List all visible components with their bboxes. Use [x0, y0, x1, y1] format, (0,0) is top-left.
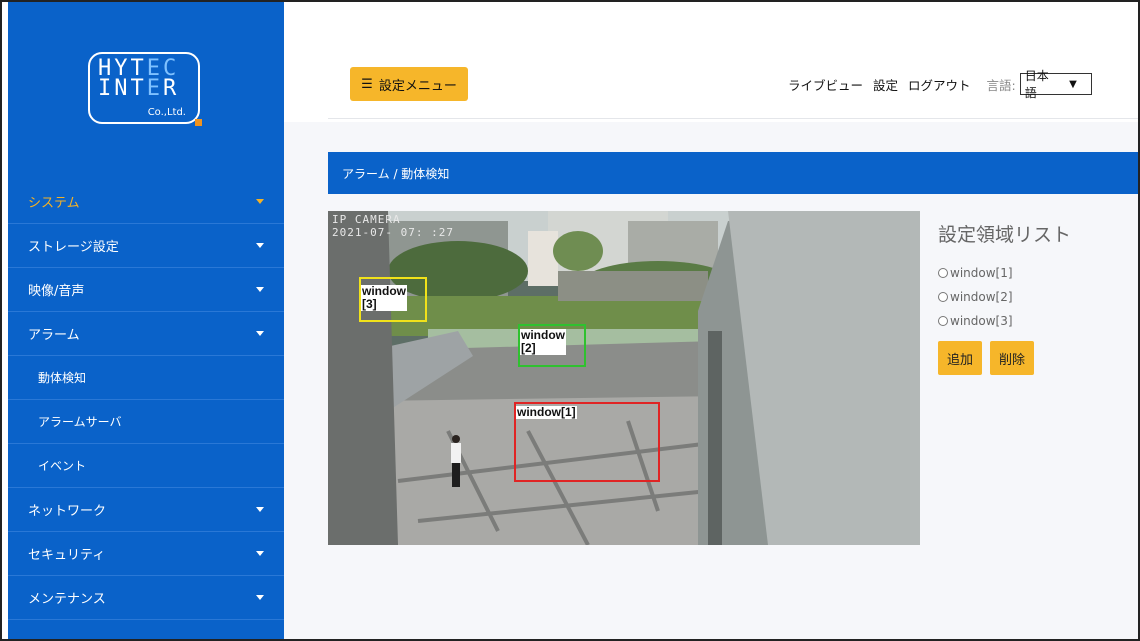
breadcrumb-text: アラーム / 動体検知 [342, 166, 450, 181]
caret-down-icon [256, 551, 264, 556]
region-radio-3[interactable]: window[3] [938, 309, 1138, 333]
detection-region-2[interactable]: window [2] [518, 324, 586, 367]
add-button[interactable]: 追加 [938, 341, 983, 375]
top-bar: ☰ 設定メニュー ライブビュー 設定 ログアウト 言語: 日本語 ▼ [284, 2, 1138, 122]
region-list-panel: 設定領域リスト window[1] window[2] window[3] 追加… [938, 220, 1138, 375]
sidebar-item-security[interactable]: セキュリティ [8, 532, 284, 576]
settings-menu-label: 設定メニュー [378, 78, 457, 94]
detection-region-1[interactable]: window[1] [514, 402, 660, 482]
sidebar-item-storage[interactable]: ストレージ設定 [8, 224, 284, 268]
settings-menu-button[interactable]: ☰ 設定メニュー [350, 67, 468, 101]
language-select[interactable]: 日本語 ▼ [1019, 69, 1092, 100]
sidebar-subitem-event[interactable]: イベント [8, 444, 284, 488]
sidebar-item-system[interactable]: システム [8, 180, 284, 224]
region-radio-1[interactable]: window[1] [938, 261, 1138, 285]
top-links: ライブビュー 設定 ログアウト 言語: 日本語 ▼ [788, 69, 1092, 100]
sidebar-item-label: ネットワーク [28, 504, 107, 519]
language-value: 日本語 [1024, 69, 1049, 100]
sidebar-item-video-audio[interactable]: 映像/音声 [8, 268, 284, 312]
detection-region-3[interactable]: window [3] [359, 277, 427, 322]
delete-button[interactable]: 削除 [990, 341, 1035, 375]
logout-link[interactable]: ログアウト [908, 75, 971, 94]
sidebar-item-label: システム [28, 196, 80, 211]
camera-preview[interactable]: IP CAMERA 2021-07- 07: :27 window[1] win… [328, 211, 920, 545]
sidebar-item-network[interactable]: ネットワーク [8, 488, 284, 532]
sidebar-item-label: 映像/音声 [28, 284, 85, 299]
sidebar: HYTEC INTER Co.,Ltd. システム ストレージ設定 映像/音声 … [8, 2, 284, 639]
camera-timestamp: IP CAMERA 2021-07- 07: :27 [332, 213, 454, 239]
sidebar-subitem-alarm-server[interactable]: アラームサーバ [8, 400, 284, 444]
sidebar-item-label: セキュリティ [28, 548, 106, 563]
radio-icon [938, 292, 948, 302]
sidebar-item-alarm[interactable]: アラーム [8, 312, 284, 356]
live-view-link[interactable]: ライブビュー [788, 75, 863, 94]
language-label: 言語: [986, 77, 1016, 93]
sidebar-nav: システム ストレージ設定 映像/音声 アラーム 動体検知 アラームサーバ イベン… [8, 180, 284, 620]
radio-icon [938, 268, 948, 278]
sidebar-item-label: ストレージ設定 [28, 240, 119, 255]
sidebar-item-label: 動体検知 [38, 371, 87, 385]
breadcrumb: アラーム / 動体検知 [328, 152, 1138, 194]
caret-down-icon [256, 331, 264, 336]
sidebar-item-label: アラーム [28, 328, 80, 343]
caret-down-icon [256, 595, 264, 600]
settings-link[interactable]: 設定 [873, 75, 898, 94]
region-radio-2[interactable]: window[2] [938, 285, 1138, 309]
sidebar-item-maintenance[interactable]: メンテナンス [8, 576, 284, 620]
sidebar-item-label: イベント [38, 459, 87, 473]
region-label: window[1] [516, 405, 577, 419]
chevron-down-icon: ▼ [1069, 78, 1077, 90]
caret-down-icon [256, 507, 264, 512]
hamburger-icon: ☰ [361, 76, 373, 92]
caret-down-icon [256, 199, 264, 204]
caret-down-icon [256, 243, 264, 248]
sidebar-subitem-motion-detection[interactable]: 動体検知 [8, 356, 284, 400]
region-label: window [2] [520, 328, 566, 355]
sidebar-item-label: アラームサーバ [38, 415, 122, 429]
caret-down-icon [256, 287, 264, 292]
region-label: window [3] [361, 284, 407, 311]
radio-icon [938, 316, 948, 326]
divider [328, 118, 1138, 119]
camera-image [328, 211, 920, 545]
sidebar-item-label: メンテナンス [28, 592, 106, 607]
region-list-title: 設定領域リスト [938, 224, 1072, 246]
main-content: ☰ 設定メニュー ライブビュー 設定 ログアウト 言語: 日本語 ▼ アラーム … [284, 2, 1138, 639]
company-logo: HYTEC INTER Co.,Ltd. [88, 52, 202, 126]
